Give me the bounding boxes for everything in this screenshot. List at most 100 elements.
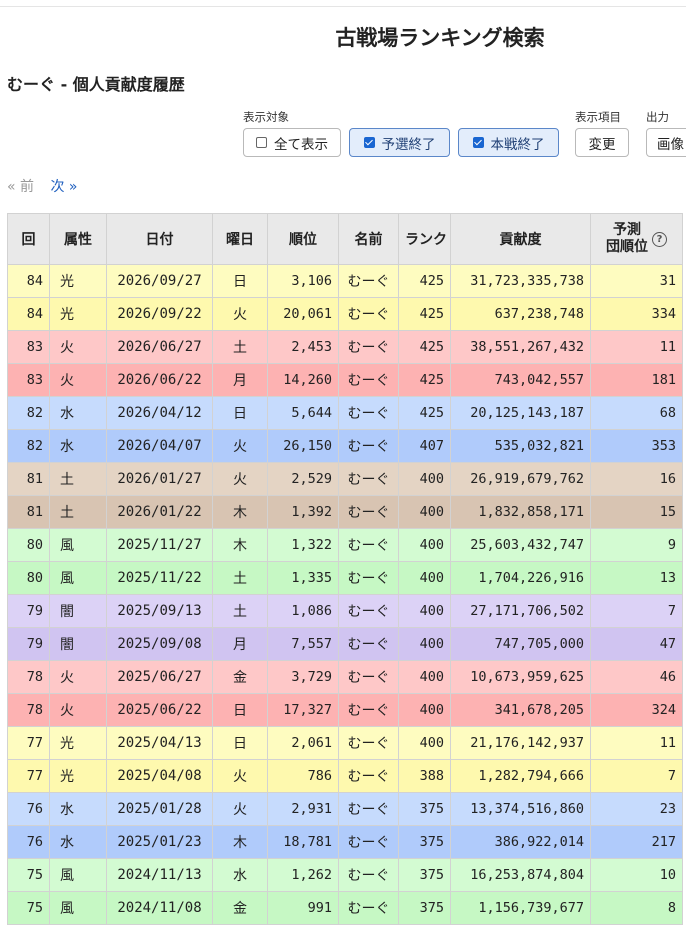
cell-name: むーぐ <box>338 396 399 430</box>
cell-element: 水 <box>49 396 107 430</box>
cell-date: 2026/06/27 <box>106 330 213 364</box>
cell-weekday: 木 <box>212 825 268 859</box>
cell-rank: 400 <box>398 594 451 628</box>
cell-round: 80 <box>7 528 50 562</box>
table-row: 78 火 2025/06/22 日 17,327 むーぐ 400 341,678,205 324 <box>7 693 683 727</box>
cell-rank-position: 1,262 <box>267 858 339 892</box>
final-end-label: 本戦終了 <box>490 136 545 153</box>
table-row: 77 光 2025/04/08 火 786 むーぐ 388 1,282,794,666 7 <box>7 759 683 793</box>
cell-element: 風 <box>49 891 107 925</box>
cell-round: 81 <box>7 495 50 529</box>
next-page-link[interactable]: 次 » <box>50 179 77 195</box>
cell-element: 火 <box>49 363 107 397</box>
cell-date: 2025/09/13 <box>106 594 213 628</box>
cell-date: 2024/11/13 <box>106 858 213 892</box>
qualifier-end-checkbox[interactable] <box>363 137 375 148</box>
image-output-button[interactable]: 画像 <box>646 128 686 157</box>
cell-predicted-crew-rank: 11 <box>590 726 683 760</box>
table-body: 84 光 2026/09/27 日 3,106 むーぐ 425 31,723,335,738 3… <box>7 264 683 925</box>
cell-predicted-crew-rank: 16 <box>590 462 683 496</box>
cell-weekday: 火 <box>212 297 268 331</box>
show-all-toggle[interactable]: 全て表示 <box>243 128 341 157</box>
cell-rank: 375 <box>398 792 451 826</box>
cell-predicted-crew-rank: 68 <box>590 396 683 430</box>
col-header-rank-position[interactable]: 順位 <box>267 213 339 265</box>
cell-rank: 375 <box>398 858 451 892</box>
cell-contribution: 1,156,739,677 <box>450 891 591 925</box>
cell-name: むーぐ <box>338 759 399 793</box>
cell-predicted-crew-rank: 9 <box>590 528 683 562</box>
cell-contribution: 637,238,748 <box>450 297 591 331</box>
show-all-label: 全て表示 <box>274 136 328 153</box>
cell-element: 風 <box>49 528 107 562</box>
cell-element: 水 <box>49 792 107 826</box>
display-items-label: 表示項目 <box>575 110 621 124</box>
help-icon[interactable]: ? <box>652 231 667 247</box>
cell-predicted-crew-rank: 47 <box>590 627 683 661</box>
cell-round: 78 <box>7 660 50 694</box>
cell-element: 火 <box>49 660 107 694</box>
cell-rank: 400 <box>398 627 451 661</box>
cell-predicted-crew-rank: 7 <box>590 594 683 628</box>
col-header-predicted-crew-rank[interactable]: 予測 団順位? <box>590 213 683 265</box>
cell-weekday: 金 <box>212 891 268 925</box>
section-title: むーぐ - 個人貢献度履歴 <box>7 75 185 94</box>
cell-name: むーぐ <box>338 363 399 397</box>
cell-rank: 400 <box>398 660 451 694</box>
col-header-contribution[interactable]: 貢献度 <box>450 213 591 265</box>
cell-rank-position: 2,529 <box>267 462 339 496</box>
cell-name: むーぐ <box>338 429 399 463</box>
cell-element: 火 <box>49 693 107 727</box>
cell-contribution: 747,705,000 <box>450 627 591 661</box>
cell-weekday: 火 <box>212 759 268 793</box>
cell-rank-position: 1,335 <box>267 561 339 595</box>
cell-weekday: 木 <box>212 495 268 529</box>
cell-contribution: 27,171,706,502 <box>450 594 591 628</box>
cell-predicted-crew-rank: 13 <box>590 561 683 595</box>
cell-name: むーぐ <box>338 297 399 331</box>
cell-predicted-crew-rank: 7 <box>590 759 683 793</box>
prev-page-link[interactable]: « 前 <box>7 179 34 195</box>
cell-round: 82 <box>7 429 50 463</box>
cell-rank: 400 <box>398 462 451 496</box>
final-end-checkbox[interactable] <box>472 137 484 148</box>
cell-predicted-crew-rank: 353 <box>590 429 683 463</box>
cell-date: 2025/04/13 <box>106 726 213 760</box>
cell-round: 76 <box>7 825 50 859</box>
cell-rank: 400 <box>398 528 451 562</box>
cell-name: むーぐ <box>338 660 399 694</box>
cell-date: 2026/04/07 <box>106 429 213 463</box>
table-row: 82 水 2026/04/07 火 26,150 むーぐ 407 535,032,821 353 <box>7 429 683 463</box>
table-row: 80 風 2025/11/22 土 1,335 むーぐ 400 1,704,226,916 13 <box>7 561 683 595</box>
col-header-weekday[interactable]: 曜日 <box>212 213 268 265</box>
col-header-element[interactable]: 属性 <box>49 213 107 265</box>
cell-date: 2025/06/22 <box>106 693 213 727</box>
qualifier-end-toggle[interactable]: 予選終了 <box>349 128 450 157</box>
cell-date: 2024/11/08 <box>106 891 213 925</box>
table-row: 75 風 2024/11/13 水 1,262 むーぐ 375 16,253,874,804 1… <box>7 858 683 892</box>
col-header-rank[interactable]: ランク <box>398 213 451 265</box>
cell-rank-position: 26,150 <box>267 429 339 463</box>
cell-contribution: 535,032,821 <box>450 429 591 463</box>
cell-date: 2026/04/12 <box>106 396 213 430</box>
change-items-button[interactable]: 変更 <box>575 128 629 157</box>
cell-name: むーぐ <box>338 594 399 628</box>
col-header-date[interactable]: 日付 <box>106 213 213 265</box>
table-header-row: 回 属性 日付 曜日 順位 名前 ランク 貢献度 予測 団順位? <box>7 213 683 265</box>
cell-weekday: 日 <box>212 726 268 760</box>
cell-round: 84 <box>7 297 50 331</box>
cell-name: むーぐ <box>338 264 399 298</box>
col-header-round[interactable]: 回 <box>7 213 50 265</box>
cell-date: 2025/06/27 <box>106 660 213 694</box>
cell-round: 75 <box>7 891 50 925</box>
cell-element: 風 <box>49 561 107 595</box>
cell-date: 2025/04/08 <box>106 759 213 793</box>
cell-rank-position: 2,061 <box>267 726 339 760</box>
final-end-toggle[interactable]: 本戦終了 <box>458 128 559 157</box>
show-all-checkbox[interactable] <box>256 137 267 148</box>
table-row: 83 火 2026/06/27 土 2,453 むーぐ 425 38,551,267,432 1… <box>7 330 683 364</box>
pager: « 前 次 » <box>7 176 77 196</box>
cell-name: むーぐ <box>338 693 399 727</box>
cell-date: 2025/01/23 <box>106 825 213 859</box>
col-header-name[interactable]: 名前 <box>338 213 399 265</box>
